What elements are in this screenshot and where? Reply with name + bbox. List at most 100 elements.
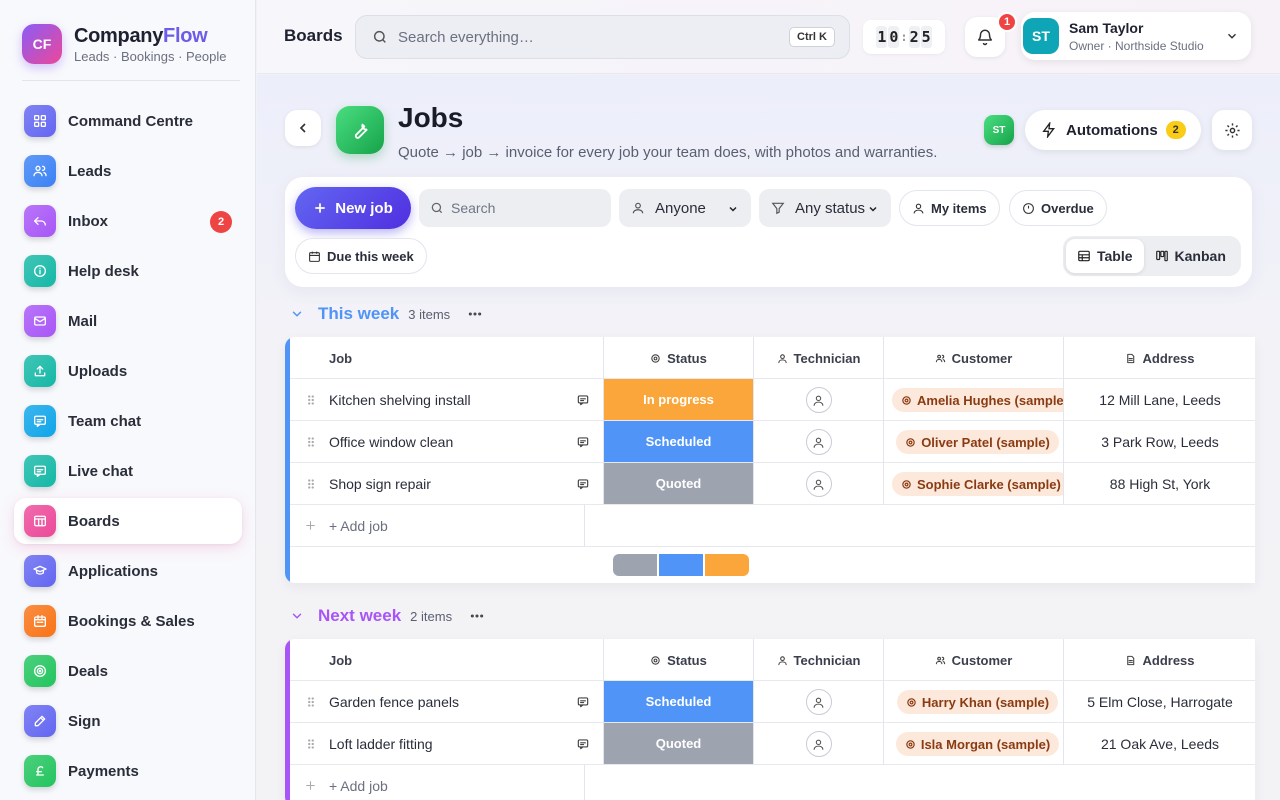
sidebar-item-inbox[interactable]: Inbox 2 [14, 198, 242, 244]
status-summary-bar[interactable] [613, 554, 749, 576]
status-cell[interactable]: Scheduled [604, 421, 754, 463]
technician-cell[interactable] [754, 379, 884, 421]
customer-pill[interactable]: Amelia Hughes (sample) [892, 388, 1063, 412]
add-job-button[interactable]: + Add job [290, 765, 585, 800]
sidebar-item-sign[interactable]: Sign [14, 698, 242, 744]
drag-handle-icon[interactable] [304, 435, 318, 449]
column-header-customer[interactable]: Customer [884, 639, 1064, 681]
new-job-button[interactable]: New job [295, 187, 411, 229]
settings-button[interactable] [1212, 110, 1252, 150]
column-header-customer[interactable]: Customer [884, 337, 1064, 379]
sidebar-item-boards[interactable]: Boards [14, 498, 242, 544]
sidebar-item-leads[interactable]: Leads [14, 148, 242, 194]
job-cell[interactable]: Office window clean [290, 421, 604, 463]
drag-handle-icon[interactable] [304, 737, 318, 751]
person-filter[interactable]: Anyone [619, 189, 751, 227]
comment-icon[interactable] [576, 695, 590, 709]
address-cell[interactable]: 88 High St, York [1064, 463, 1255, 505]
column-header-job[interactable]: Job [290, 337, 604, 379]
technician-cell[interactable] [754, 723, 884, 765]
global-search-input[interactable] [398, 28, 758, 46]
address-cell[interactable]: 5 Elm Close, Harrogate [1064, 681, 1255, 723]
sidebar-item-mail[interactable]: Mail [14, 298, 242, 344]
job-cell[interactable]: Loft ladder fitting [290, 723, 604, 765]
customer-cell[interactable]: Amelia Hughes (sample) [884, 379, 1064, 421]
automations-button[interactable]: Automations 2 [1025, 110, 1201, 150]
table-view-button[interactable]: Table [1066, 239, 1144, 273]
customer-pill[interactable]: Harry Khan (sample) [896, 690, 1059, 714]
address-cell[interactable]: 12 Mill Lane, Leeds [1064, 379, 1255, 421]
sidebar-item-uploads[interactable]: Uploads [14, 348, 242, 394]
comment-icon[interactable] [576, 435, 590, 449]
status-filter[interactable]: Any status [759, 189, 891, 227]
customer-cell[interactable]: Isla Morgan (sample) [884, 723, 1064, 765]
customer-pill[interactable]: Sophie Clarke (sample) [892, 472, 1063, 496]
brand[interactable]: CF CompanyFlow Leads · Bookings · People [22, 24, 226, 64]
customer-pill[interactable]: Isla Morgan (sample) [895, 732, 1060, 756]
chevron-down-icon[interactable] [290, 609, 304, 623]
sidebar-item-command-centre[interactable]: Command Centre [14, 98, 242, 144]
notifications-button[interactable]: 1 [965, 12, 1017, 57]
comment-icon[interactable] [576, 737, 590, 751]
job-cell[interactable]: Garden fence panels [290, 681, 604, 723]
column-header-status[interactable]: Status [604, 337, 754, 379]
back-button[interactable] [285, 110, 321, 146]
column-header-address[interactable]: Address [1064, 639, 1255, 681]
group-title[interactable]: This week [318, 304, 399, 324]
technician-cell[interactable] [754, 463, 884, 505]
sidebar-item-live-chat[interactable]: Live chat [14, 448, 242, 494]
sidebar-item-label: Bookings & Sales [68, 612, 195, 630]
column-header-job[interactable]: Job [290, 639, 604, 681]
customer-cell[interactable]: Sophie Clarke (sample) [884, 463, 1064, 505]
sidebar-item-bookings-and-sales[interactable]: Bookings & Sales [14, 598, 242, 644]
address-cell[interactable]: 3 Park Row, Leeds [1064, 421, 1255, 463]
column-header-status[interactable]: Status [604, 639, 754, 681]
technician-cell[interactable] [754, 681, 884, 723]
technician-cell[interactable] [754, 421, 884, 463]
comment-icon[interactable] [576, 393, 590, 407]
column-header-address[interactable]: Address [1064, 337, 1255, 379]
more-icon[interactable] [469, 608, 485, 624]
sidebar-item-deals[interactable]: Deals [14, 648, 242, 694]
table-row[interactable]: Kitchen shelving install In progress Ameli… [290, 379, 1255, 421]
status-cell[interactable]: Quoted [604, 463, 754, 505]
member-avatar[interactable]: ST [984, 115, 1014, 145]
status-cell[interactable]: Scheduled [604, 681, 754, 723]
job-cell[interactable]: Shop sign repair [290, 463, 604, 505]
column-header-technician[interactable]: Technician [754, 337, 884, 379]
chevron-down-icon[interactable] [290, 307, 304, 321]
kanban-view-button[interactable]: Kanban [1144, 239, 1237, 273]
customer-cell[interactable]: Oliver Patel (sample) [884, 421, 1064, 463]
drag-handle-icon[interactable] [304, 393, 318, 407]
drag-handle-icon[interactable] [304, 477, 318, 491]
table-row[interactable]: Loft ladder fitting Quoted Isla Morgan (sa… [290, 723, 1255, 765]
overdue-chip[interactable]: Overdue [1009, 190, 1107, 226]
global-search[interactable]: Ctrl K [355, 15, 850, 59]
group-title[interactable]: Next week [318, 606, 401, 626]
job-cell[interactable]: Kitchen shelving install [290, 379, 604, 421]
comment-icon[interactable] [576, 477, 590, 491]
table-row[interactable]: Shop sign repair Quoted Sophie Clarke (sam… [290, 463, 1255, 505]
brand-logo: CF [22, 24, 62, 64]
status-cell[interactable]: In progress [604, 379, 754, 421]
sidebar-item-payments[interactable]: Payments [14, 748, 242, 794]
due-this-week-chip[interactable]: Due this week [295, 238, 427, 274]
customer-pill[interactable]: Oliver Patel (sample) [896, 430, 1059, 454]
user-menu[interactable]: ST Sam Taylor Owner · Northside Studio [1021, 12, 1251, 60]
board-search-input[interactable] [451, 200, 601, 216]
sidebar-item-team-chat[interactable]: Team chat [14, 398, 242, 444]
address-cell[interactable]: 21 Oak Ave, Leeds [1064, 723, 1255, 765]
column-header-technician[interactable]: Technician [754, 639, 884, 681]
table-row[interactable]: Garden fence panels Scheduled Harry Khan (… [290, 681, 1255, 723]
plus-icon [304, 779, 317, 792]
sidebar-item-help-desk[interactable]: Help desk [14, 248, 242, 294]
more-icon[interactable] [467, 306, 483, 322]
sidebar-item-applications[interactable]: Applications [14, 548, 242, 594]
my-items-chip[interactable]: My items [899, 190, 1000, 226]
drag-handle-icon[interactable] [304, 695, 318, 709]
table-row[interactable]: Office window clean Scheduled Oliver Patel… [290, 421, 1255, 463]
add-job-button[interactable]: + Add job [290, 505, 585, 547]
board-search[interactable] [419, 189, 611, 227]
customer-cell[interactable]: Harry Khan (sample) [884, 681, 1064, 723]
status-cell[interactable]: Quoted [604, 723, 754, 765]
